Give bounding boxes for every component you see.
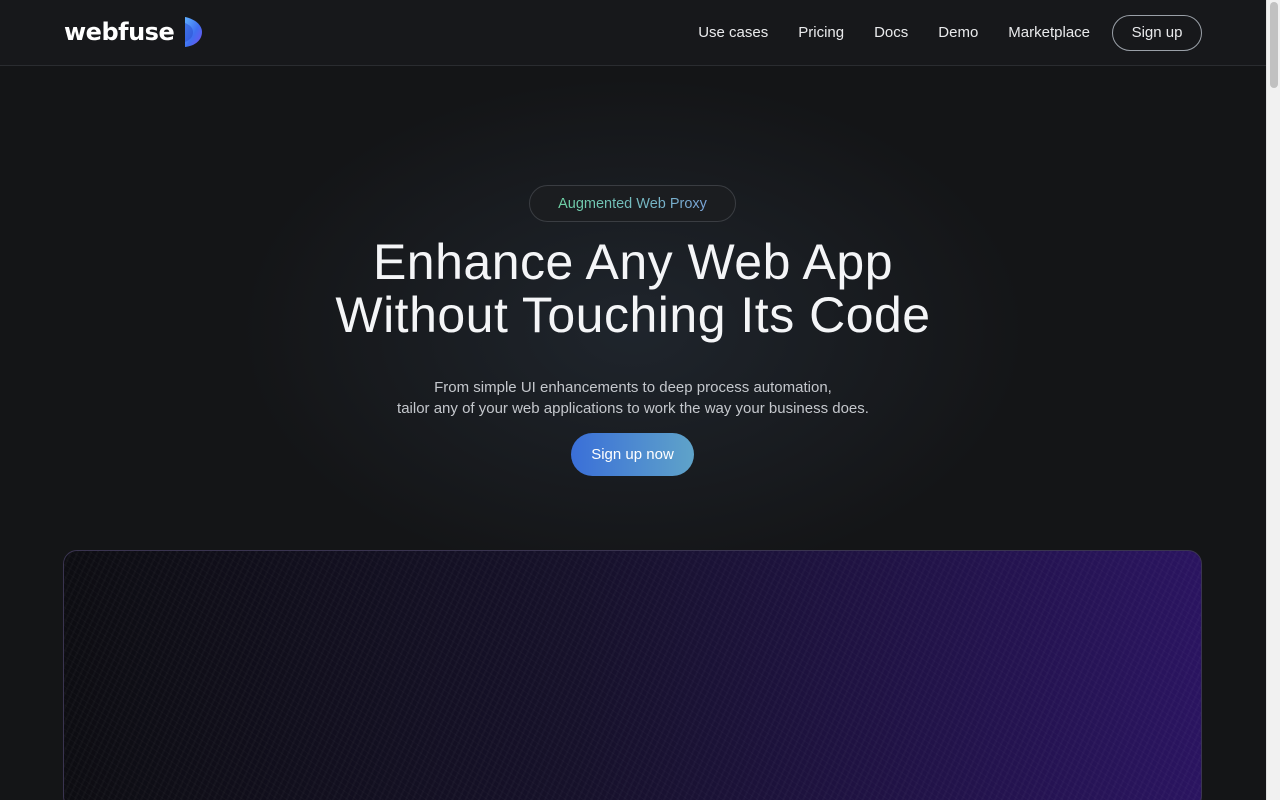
nav-use-cases[interactable]: Use cases bbox=[698, 24, 768, 41]
page: webfuse Use cases Pricing Docs Demo Mark… bbox=[0, 0, 1266, 800]
brand-logo[interactable]: webfuse bbox=[64, 14, 203, 50]
hero-subtitle-line-1: From simple UI enhancements to deep proc… bbox=[434, 379, 832, 396]
hero-title-line-1: Enhance Any Web App bbox=[372, 234, 894, 290]
hero-title: Enhance Any Web App Without Touching Its… bbox=[0, 236, 1266, 342]
webfuse-logo-icon bbox=[185, 17, 203, 47]
signup-button[interactable]: Sign up bbox=[1112, 14, 1202, 51]
hero-title-line-2: Without Touching Its Code bbox=[335, 287, 931, 343]
scrollbar-thumb[interactable] bbox=[1270, 2, 1278, 88]
product-showcase-panel bbox=[63, 550, 1202, 800]
brand-name: webfuse bbox=[64, 18, 175, 46]
nav-pricing[interactable]: Pricing bbox=[798, 24, 844, 41]
nav-demo[interactable]: Demo bbox=[938, 24, 978, 41]
nav-marketplace[interactable]: Marketplace bbox=[1008, 24, 1090, 41]
page-scrollbar[interactable] bbox=[1266, 0, 1280, 800]
hero-badge-label: Augmented Web Proxy bbox=[558, 195, 707, 212]
navbar: webfuse Use cases Pricing Docs Demo Mark… bbox=[0, 0, 1266, 66]
hero-subtitle: From simple UI enhancements to deep proc… bbox=[0, 377, 1266, 419]
showcase-texture bbox=[64, 551, 1201, 800]
hero-badge: Augmented Web Proxy bbox=[529, 185, 736, 222]
main-nav: Use cases Pricing Docs Demo Marketplace … bbox=[698, 0, 1202, 65]
signup-now-button[interactable]: Sign up now bbox=[571, 433, 694, 476]
nav-docs[interactable]: Docs bbox=[874, 24, 908, 41]
hero-subtitle-line-2: tailor any of your web applications to w… bbox=[397, 400, 869, 417]
